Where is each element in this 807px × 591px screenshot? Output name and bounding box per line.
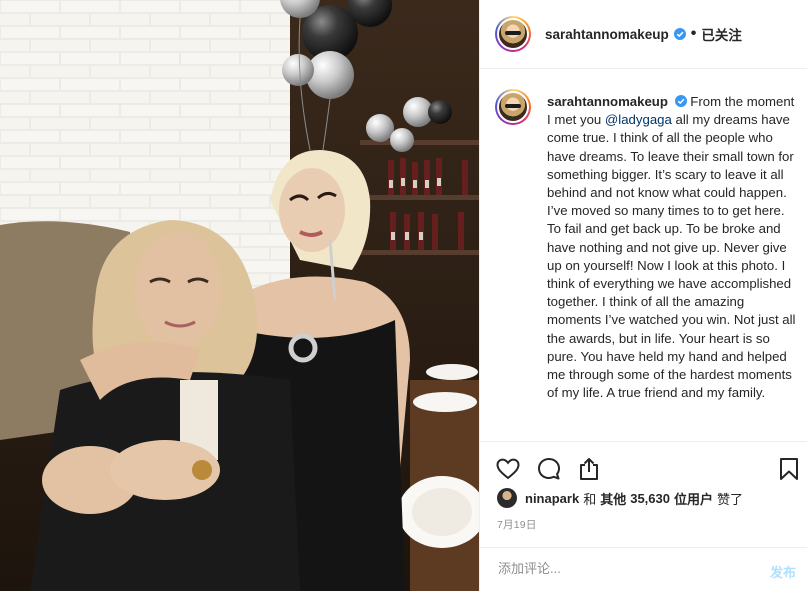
verified-badge-icon [673,28,686,40]
caption-username[interactable]: sarahtannomakeup [547,94,668,109]
post-caption: sarahtannomakeup From the moment I met y… [495,89,800,402]
comment-input[interactable] [496,560,730,577]
caption-author-avatar[interactable] [495,89,531,125]
post-date[interactable]: 7月19日 [497,517,537,532]
post-side-panel: sarahtannomakeup • 已关注 sarahtannomakeup … [479,0,807,591]
author-avatar[interactable] [495,16,531,52]
caption-body-rest: all my dreams have come true. I think of… [547,112,796,401]
post-header: sarahtannomakeup • 已关注 [480,0,807,69]
post-comment-button[interactable]: 发布 [770,562,796,581]
comment-bubble-icon[interactable] [536,456,562,482]
likes-connector: 和 [583,491,597,507]
likes-action: 赞了 [717,491,744,507]
likes-others-prefix[interactable]: 其他 [600,489,626,508]
heart-icon[interactable] [495,456,521,482]
liker-username[interactable]: ninapark [525,491,579,506]
likes-others-suffix[interactable]: 位用户 [674,489,713,508]
caption-text: sarahtannomakeup From the moment I met y… [547,93,800,402]
mention-link[interactable]: @ladygaga [605,112,672,127]
post-photo[interactable] [0,0,479,591]
post-photo-image [0,0,479,591]
verified-badge-icon [674,95,687,107]
share-icon[interactable] [576,456,602,482]
bookmark-icon[interactable] [776,456,802,482]
likes-count[interactable]: 35,630 [630,491,670,506]
follow-status-button[interactable]: 已关注 [701,24,742,44]
instagram-post-modal: sarahtannomakeup • 已关注 sarahtannomakeup … [0,0,807,591]
header-separator: • [690,25,697,42]
likes-summary: ninapark 和 其他 35,630 位用户 赞了 [497,488,743,508]
liker-avatar[interactable] [497,488,517,508]
comment-bar: 发布 [480,547,807,591]
author-username[interactable]: sarahtannomakeup [545,27,669,42]
